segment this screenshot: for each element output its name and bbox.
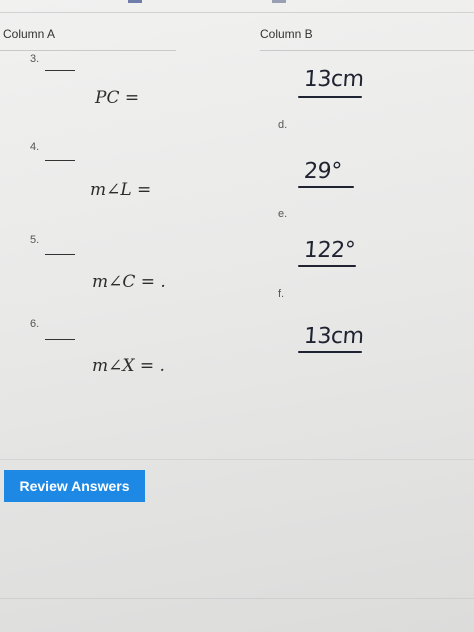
value-underline xyxy=(298,96,362,98)
tab-indicator xyxy=(272,0,286,3)
answer-blank[interactable] xyxy=(45,70,75,71)
value-underline xyxy=(298,265,356,267)
top-bar xyxy=(0,0,474,10)
column-b-divider xyxy=(260,50,474,51)
column-b-letter: d. xyxy=(278,119,288,131)
answer-blank[interactable] xyxy=(45,160,75,161)
column-b-value: 13cm xyxy=(303,67,365,92)
header-divider xyxy=(0,12,474,13)
answer-blank[interactable] xyxy=(45,254,75,255)
column-b-value: 13cm xyxy=(303,324,365,349)
column-b-letter: e. xyxy=(278,208,288,220)
question-expression: m∠L = xyxy=(90,180,152,200)
question-expression: PC = xyxy=(95,88,140,108)
question-number: 4. xyxy=(30,141,40,153)
bottom-divider xyxy=(0,598,474,599)
question-number: 3. xyxy=(30,53,40,65)
value-underline xyxy=(298,351,362,353)
column-a-header: Column A xyxy=(3,27,56,41)
column-a-divider xyxy=(0,50,176,51)
question-number: 5. xyxy=(30,234,40,246)
question-expression: m∠C = . xyxy=(92,272,166,292)
column-b-value: 29° xyxy=(303,159,343,184)
value-underline xyxy=(298,186,354,188)
column-b-letter: f. xyxy=(278,288,285,300)
tab-indicator xyxy=(128,0,142,3)
answer-blank[interactable] xyxy=(45,339,75,340)
question-number: 6. xyxy=(30,318,40,330)
question-expression: m∠X = . xyxy=(92,356,165,376)
column-b-value: 122° xyxy=(303,238,356,263)
footer-divider xyxy=(0,459,474,460)
column-b-header: Column B xyxy=(260,27,313,41)
review-answers-button[interactable]: Review Answers xyxy=(4,470,145,502)
